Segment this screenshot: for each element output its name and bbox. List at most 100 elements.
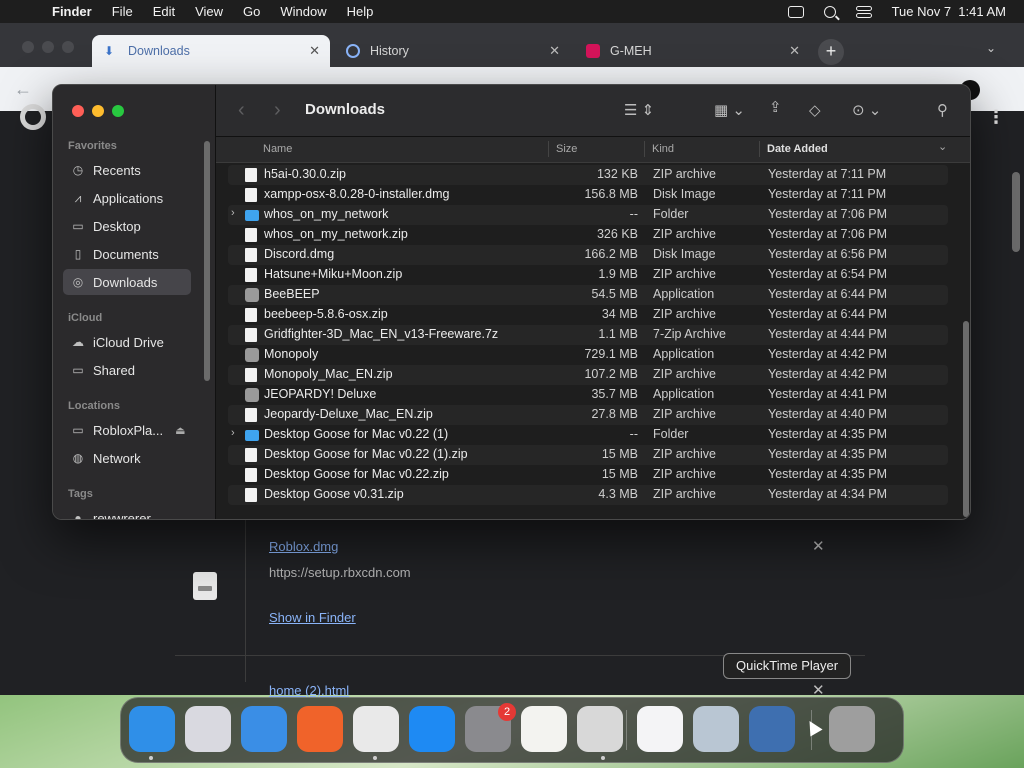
file-row[interactable]: Jeopardy-Deluxe_Mac_EN.zip 27.8 MB ZIP arc… [228, 405, 948, 425]
dock-app-store-icon[interactable] [409, 706, 455, 752]
download-file-link-2[interactable]: home (2).html [269, 683, 349, 698]
file-date-added: Yesterday at 7:06 PM [768, 227, 888, 241]
menu-edit[interactable]: Edit [153, 4, 175, 19]
file-row[interactable]: whos_on_my_network.zip 326 KB ZIP archive Y… [228, 225, 948, 245]
file-row[interactable]: › whos_on_my_network -- Folder Yesterday at … [228, 205, 948, 225]
sidebar-scrollbar[interactable] [204, 141, 210, 381]
eject-icon[interactable]: ⏏ [175, 424, 185, 437]
file-row[interactable]: Hatsune+Miku+Moon.zip 1.9 MB ZIP archive Ye… [228, 265, 948, 285]
control-center-icon[interactable] [855, 5, 872, 18]
sidebar-item-desktop[interactable]: ▭ Desktop [63, 213, 191, 239]
download-file-link[interactable]: Roblox.dmg [269, 539, 338, 554]
tag-icon[interactable]: ◇ [809, 101, 821, 119]
forward-chevron-icon[interactable]: › [274, 99, 281, 122]
search-icon[interactable]: ⚲ [937, 101, 948, 119]
tab-search-chevron-icon[interactable]: ⌄ [986, 41, 996, 55]
running-indicator [149, 756, 153, 760]
file-row[interactable]: h5ai-0.30.0.zip 132 KB ZIP archive Yesterda… [228, 165, 948, 185]
close-button[interactable] [72, 105, 84, 117]
file-row[interactable]: Desktop Goose for Mac v0.22.zip 15 MB ZIP … [228, 465, 948, 485]
menu-help[interactable]: Help [347, 4, 374, 19]
sidebar-item-label: Shared [93, 362, 135, 378]
file-row[interactable]: Monopoly_Mac_EN.zip 107.2 MB ZIP archive Ye… [228, 365, 948, 385]
sidebar-item-downloads[interactable]: ◎ Downloads [63, 269, 191, 295]
dock-trash-icon[interactable] [829, 706, 875, 752]
share-icon[interactable]: ⇪ [769, 98, 782, 116]
menu-go[interactable]: Go [243, 4, 260, 19]
list-scrollbar[interactable] [963, 321, 969, 517]
close-icon[interactable]: ✕ [309, 43, 320, 59]
column-date-added[interactable]: Date Added [767, 143, 828, 155]
file-name: Desktop Goose v0.31.zip [264, 487, 404, 501]
menu-app-name[interactable]: Finder [52, 4, 92, 19]
list-view-icon[interactable]: ☰ ⇕ [624, 101, 654, 119]
dock-textedit-icon[interactable] [521, 706, 567, 752]
browser-zoom-button[interactable] [62, 41, 74, 53]
dock-visual-studio-icon[interactable] [637, 706, 683, 752]
menu-window[interactable]: Window [280, 4, 326, 19]
tab-g-meh[interactable]: G-MEH ✕ [574, 35, 810, 67]
minimize-button[interactable] [92, 105, 104, 117]
close-icon[interactable]: ✕ [549, 43, 560, 59]
dock-safari-icon[interactable] [241, 706, 287, 752]
more-actions-icon[interactable]: ⊙ ⌄ [852, 101, 881, 119]
zoom-button[interactable] [112, 105, 124, 117]
dock-preview-icon[interactable] [693, 706, 739, 752]
file-row[interactable]: JEOPARDY! Deluxe 35.7 MB Application Yester… [228, 385, 948, 405]
menu-view[interactable]: View [195, 4, 223, 19]
show-in-finder-link[interactable]: Show in Finder [269, 610, 356, 625]
menubar-clock[interactable]: Tue Nov 7 1:41 AM [892, 4, 1006, 19]
file-size: 15 MB [601, 447, 638, 461]
close-icon[interactable]: ✕ [789, 43, 800, 59]
menu-file[interactable]: File [112, 4, 133, 19]
file-row[interactable]: BeeBEEP 54.5 MB Application Yesterday at 6:… [228, 285, 948, 305]
dock-quicktime-player-icon[interactable] [749, 706, 795, 752]
browser-close-button[interactable] [22, 41, 34, 53]
back-chevron-icon[interactable]: ‹ [238, 99, 245, 122]
sidebar-item-shared[interactable]: ▭ Shared [63, 357, 191, 383]
more-options-icon[interactable]: ⋮ [987, 107, 1005, 128]
tab-history[interactable]: History ✕ [334, 35, 570, 67]
dock-roblox-icon[interactable] [577, 706, 623, 752]
spotlight-search-icon[interactable] [823, 5, 836, 18]
sort-chevron-icon[interactable]: ⌄ [938, 140, 947, 153]
file-row[interactable]: Discord.dmg 166.2 MB Disk Image Yesterday a… [228, 245, 948, 265]
column-size[interactable]: Size [556, 143, 577, 155]
sidebar-item-label: RobloxPla... [93, 422, 164, 438]
sidebar-item-network[interactable]: ◍ Network [63, 445, 191, 471]
screen-mirroring-icon[interactable] [787, 5, 804, 18]
sidebar-item-documents[interactable]: ▯ Documents [63, 241, 191, 267]
tab-label: History [370, 44, 409, 58]
tab-downloads[interactable]: ⬇ Downloads ✕ [92, 35, 330, 67]
file-row[interactable]: Gridfighter-3D_Mac_EN_v13-Freeware.7z 1.1… [228, 325, 948, 345]
sidebar-item-roblox-volume[interactable]: ▭ RobloxPla... ⏏ [63, 417, 191, 443]
page-scrollbar[interactable] [1012, 172, 1020, 252]
sidebar-item-recents[interactable]: ◷ Recents [63, 157, 191, 183]
disclosure-triangle-icon[interactable]: › [231, 427, 235, 439]
dock-firefox-icon[interactable] [297, 706, 343, 752]
dock-launchpad-icon[interactable] [185, 706, 231, 752]
file-row[interactable]: Monopoly 729.1 MB Application Yesterday at … [228, 345, 948, 365]
dock-finder-icon[interactable] [129, 706, 175, 752]
column-kind[interactable]: Kind [652, 143, 674, 155]
divider [548, 141, 549, 157]
disclosure-triangle-icon[interactable]: › [231, 207, 235, 219]
file-row[interactable]: Desktop Goose v0.31.zip 4.3 MB ZIP archive… [228, 485, 948, 505]
remove-download-icon[interactable]: ✕ [812, 537, 825, 555]
file-row[interactable]: beebeep-5.8.6-osx.zip 34 MB ZIP archive Yes… [228, 305, 948, 325]
new-tab-button[interactable]: + [818, 39, 844, 65]
back-arrow-icon[interactable]: ← [14, 79, 32, 100]
file-row[interactable]: xampp-osx-8.0.28-0-installer.dmg 156.8 MB… [228, 185, 948, 205]
group-by-icon[interactable]: ▦ ⌄ [714, 101, 745, 119]
file-date-added: Yesterday at 4:42 PM [768, 367, 888, 381]
sidebar-item-icloud-drive[interactable]: ☁ iCloud Drive [63, 329, 191, 355]
sidebar-item-tag[interactable]: ● rewwrerer [63, 505, 191, 520]
dock-chrome-icon[interactable] [353, 706, 399, 752]
sidebar-item-applications[interactable]: ⩘ Applications [63, 185, 191, 211]
file-row[interactable]: › Desktop Goose for Mac v0.22 (1) -- Folder… [228, 425, 948, 445]
browser-minimize-button[interactable] [42, 41, 54, 53]
column-name[interactable]: Name [263, 143, 292, 155]
file-name: BeeBEEP [264, 287, 320, 301]
file-name: Monopoly_Mac_EN.zip [264, 367, 393, 381]
file-row[interactable]: Desktop Goose for Mac v0.22 (1).zip 15 MB… [228, 445, 948, 465]
